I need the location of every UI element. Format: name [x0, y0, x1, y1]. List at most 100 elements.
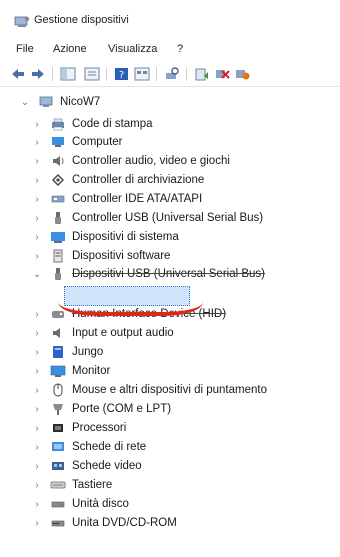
forward-icon[interactable]: [30, 67, 46, 81]
show-hide-console-tree-icon[interactable]: [60, 67, 76, 81]
port-icon: [53, 404, 63, 415]
expand-chevron-icon[interactable]: ›: [32, 213, 42, 224]
tree-category-row[interactable]: › Unita DVD/CD-ROM: [32, 514, 177, 532]
tree-item-label: Tastiere: [72, 479, 113, 491]
tree-category-row[interactable]: › Dispositivi di sistema: [32, 228, 179, 246]
computer-root-icon: [39, 96, 53, 107]
tree-item-label: Computer: [72, 136, 123, 148]
collapse-chevron-icon[interactable]: ⌄: [20, 97, 30, 108]
expand-chevron-icon[interactable]: ›: [32, 404, 42, 415]
tree-category-row[interactable]: › Controller di archiviazione: [32, 171, 204, 189]
tree-category-row[interactable]: › Schede di rete: [32, 438, 146, 456]
expand-chevron-icon[interactable]: ›: [32, 461, 42, 472]
back-icon[interactable]: [10, 67, 26, 81]
expand-chevron-icon[interactable]: ›: [32, 385, 42, 396]
tree-item-label: Dispositivi software: [72, 250, 171, 262]
help-icon[interactable]: ?: [114, 67, 130, 81]
tree-category-row[interactable]: › Monitor: [32, 362, 110, 380]
expand-chevron-icon[interactable]: ›: [32, 347, 42, 358]
tree-category-row[interactable]: › Porte (COM e LPT): [32, 400, 171, 418]
speaker-icon: [53, 156, 64, 166]
toolbar: ?: [0, 62, 340, 87]
usb-icon: [55, 268, 61, 280]
processor-icon: [53, 424, 63, 432]
tree-category-row[interactable]: › Computer: [32, 133, 123, 151]
tree-item-label: Porte (COM e LPT): [72, 403, 172, 415]
tree-item-label: Input e output audio: [72, 327, 174, 339]
tree-item-label: Controller IDE ATA/ATAPI: [72, 193, 203, 205]
tree-category-row[interactable]: › Controller IDE ATA/ATAPI: [32, 190, 202, 208]
device-manager-icon: [14, 16, 30, 27]
keyboard-icon: [50, 481, 66, 489]
tree-category-row[interactable]: › Controller USB (Universal Serial Bus): [32, 209, 263, 227]
tree-item-label: Controller USB (Universal Serial Bus): [72, 212, 264, 224]
expand-chevron-icon[interactable]: ›: [32, 119, 42, 130]
svg-text:?: ?: [119, 70, 124, 81]
collapse-chevron-icon[interactable]: ⌄: [32, 269, 42, 280]
window-title: Gestione dispositivi: [34, 14, 129, 26]
menu-bar: File Azione Visualizza ?: [0, 38, 340, 58]
expand-chevron-icon[interactable]: ›: [32, 366, 42, 377]
expand-chevron-icon[interactable]: ›: [32, 328, 42, 339]
disk-drive-icon: [51, 501, 65, 508]
tree-category-row[interactable]: › Processori: [32, 419, 126, 437]
tree-item-label: Monitor: [72, 365, 111, 377]
system-devices-icon: [51, 232, 65, 243]
mouse-icon: [53, 383, 63, 397]
scan-hardware-icon[interactable]: [164, 67, 180, 81]
expand-chevron-icon[interactable]: ›: [32, 518, 42, 529]
expand-chevron-icon[interactable]: ›: [32, 194, 42, 205]
tree-item-label: Jungo: [72, 346, 104, 358]
toolbar-separator: [156, 67, 157, 81]
toolbar-separator: [52, 67, 53, 81]
tree-root[interactable]: ⌄ NicoW7: [20, 93, 100, 111]
tree-item-label: Unita DVD/CD-ROM: [72, 517, 177, 529]
expand-chevron-icon[interactable]: ›: [32, 156, 42, 167]
menu-file[interactable]: File: [16, 43, 34, 55]
usb-icon: [55, 212, 61, 224]
tree-category-row[interactable]: › Input e output audio: [32, 324, 174, 342]
expand-chevron-icon[interactable]: ›: [32, 480, 42, 491]
expand-chevron-icon[interactable]: ›: [32, 499, 42, 510]
tree-item-label: Code di stampa: [72, 118, 153, 130]
tree-category-row[interactable]: › Dispositivi software: [32, 247, 170, 265]
expand-chevron-icon[interactable]: ›: [32, 232, 42, 243]
menu-help[interactable]: ?: [177, 43, 183, 55]
tree-item-label: Schede video: [72, 460, 142, 472]
tree-category-row[interactable]: › Tastiere: [32, 476, 112, 494]
expand-chevron-icon[interactable]: ›: [32, 309, 42, 320]
toolbar-separator: [106, 67, 107, 81]
tree-item-label: Controller audio, video e giochi: [72, 155, 230, 167]
expand-chevron-icon[interactable]: ›: [32, 442, 42, 453]
expand-chevron-icon[interactable]: ›: [32, 137, 42, 148]
tree-category-row[interactable]: › Unità disco: [32, 495, 129, 513]
tree-category-row[interactable]: › Jungo: [32, 343, 103, 361]
tree-category-row[interactable]: › Schede video: [32, 457, 142, 475]
expand-chevron-icon[interactable]: ›: [32, 175, 42, 186]
network-icon: [52, 442, 64, 451]
display-adapter-icon: [52, 462, 64, 470]
expand-chevron-icon[interactable]: ›: [32, 251, 42, 262]
menu-azione[interactable]: Azione: [53, 43, 87, 55]
tree-category-row[interactable]: › Code di stampa: [32, 115, 153, 133]
jungo-icon: [53, 346, 63, 358]
tree-root-label: NicoW7: [60, 96, 101, 108]
tree-category-row[interactable]: ⌄ Dispositivi USB (Universal Serial Bus): [32, 265, 265, 283]
ide-controller-icon: [51, 195, 65, 203]
tree-category-row[interactable]: › Controller audio, video e giochi: [32, 152, 230, 170]
audio-io-icon: [53, 328, 60, 338]
printer-queue-icon: [52, 118, 64, 131]
update-driver-icon[interactable]: [194, 67, 210, 81]
expand-chevron-icon[interactable]: ›: [32, 423, 42, 434]
tree-item-label: Mouse e altri dispositivi di puntamento: [72, 384, 267, 396]
red-annotation-underline: [58, 302, 203, 316]
menu-visualizza[interactable]: Visualizza: [108, 43, 157, 55]
enable-device-icon[interactable]: [234, 67, 250, 81]
view-icon[interactable]: [134, 67, 150, 81]
properties-icon[interactable]: [84, 67, 100, 81]
tree-category-row[interactable]: › Mouse e altri dispositivi di puntamento: [32, 381, 267, 399]
uninstall-device-icon[interactable]: [214, 67, 230, 81]
monitor-icon: [50, 365, 66, 377]
dvd-icon: [51, 520, 65, 527]
toolbar-separator: [186, 67, 187, 81]
